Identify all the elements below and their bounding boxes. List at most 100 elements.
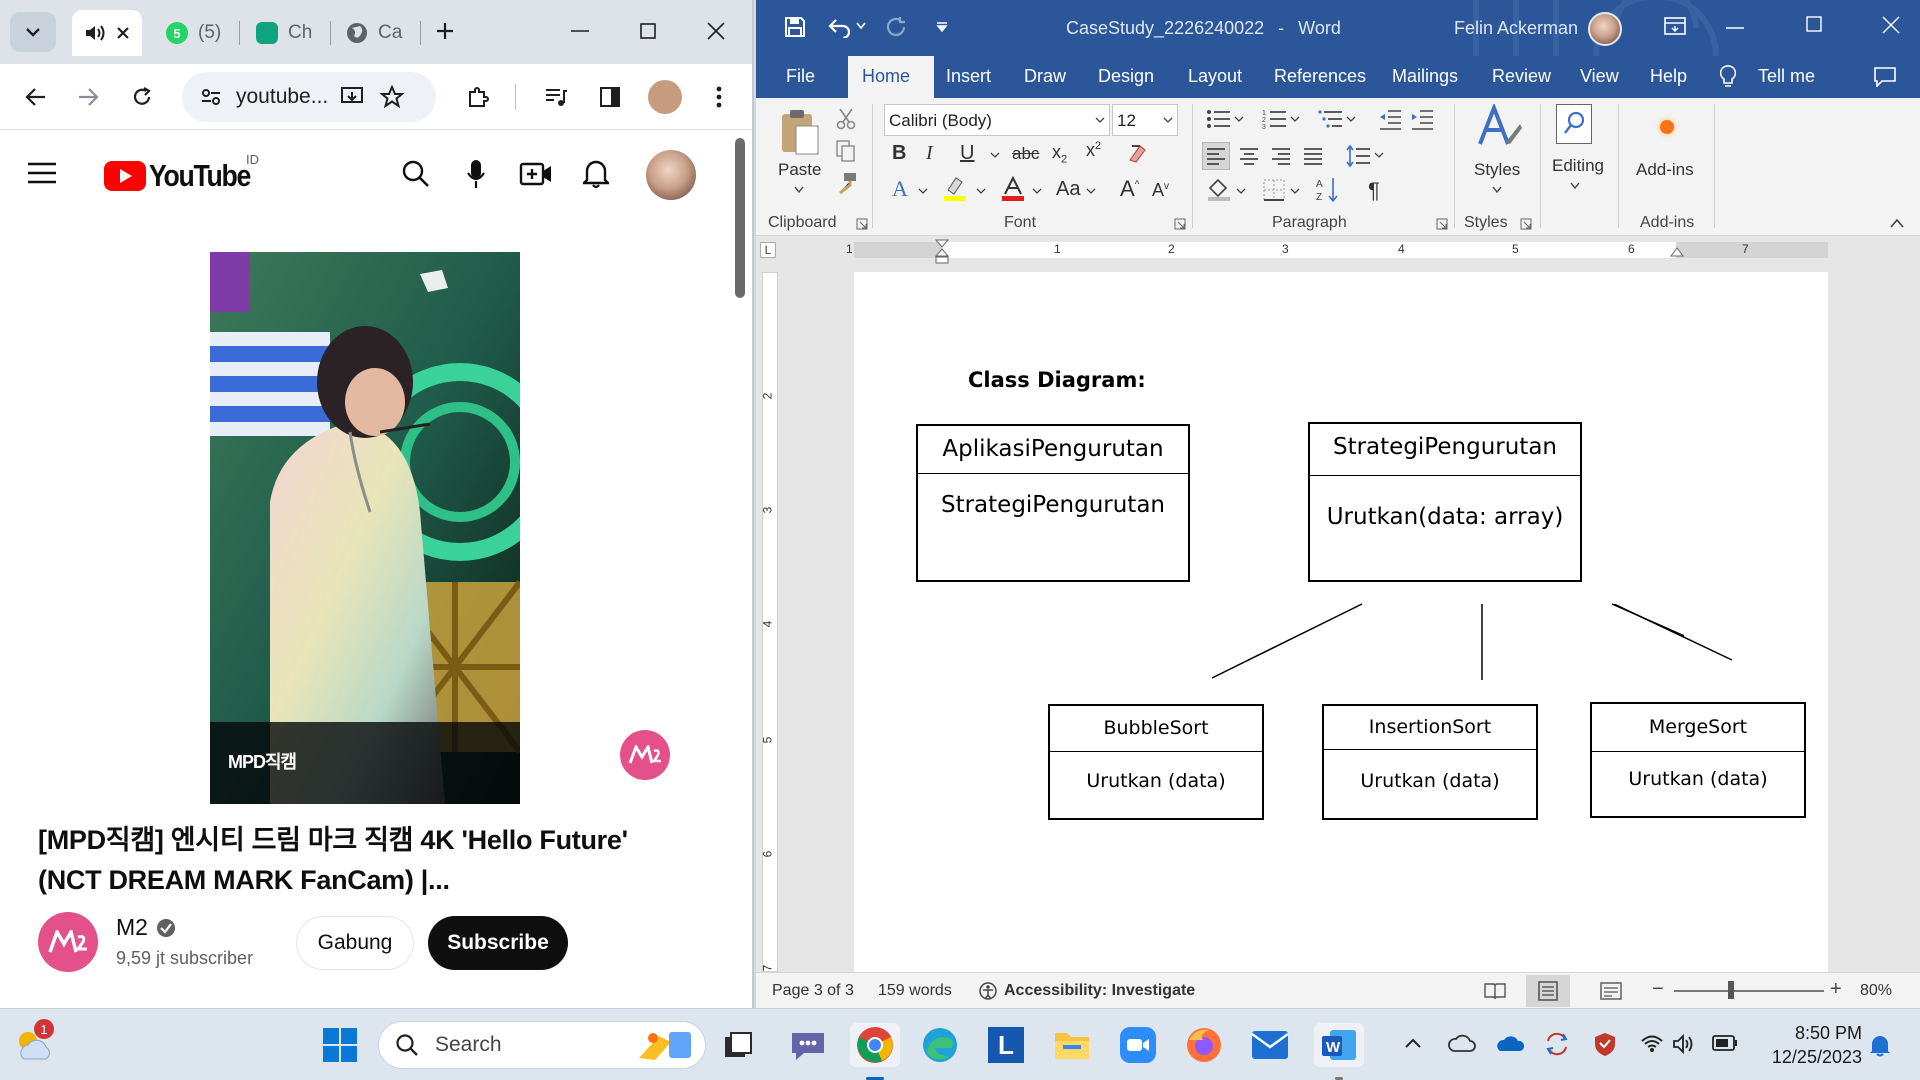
bookmark-star-icon[interactable]	[380, 85, 405, 109]
tab-globe[interactable]: Ca	[346, 10, 422, 56]
page-count[interactable]: Page 3 of 3	[772, 982, 854, 1000]
volume-icon[interactable]	[1672, 1033, 1696, 1055]
zoom-out-button[interactable]: −	[1652, 978, 1664, 1001]
font-name-box[interactable]: Calibri (Body)	[884, 104, 1110, 136]
tab-selector[interactable]: L	[760, 242, 776, 258]
paste-label[interactable]: Paste	[778, 160, 821, 180]
voice-search-button[interactable]	[458, 156, 494, 192]
chevron-down-icon[interactable]	[1236, 188, 1246, 194]
dialog-launcher-icon[interactable]	[1436, 218, 1448, 230]
zoom-in-button[interactable]: +	[1830, 978, 1842, 1001]
multilevel-list-icon[interactable]	[1318, 108, 1344, 130]
zoom-slider-thumb[interactable]	[1728, 981, 1734, 999]
scrollbar-thumb[interactable]	[735, 138, 745, 298]
user-avatar[interactable]	[1588, 12, 1622, 46]
media-control-button[interactable]	[540, 82, 572, 112]
back-button[interactable]	[20, 82, 52, 112]
chevron-down-icon[interactable]	[918, 188, 928, 194]
tab-help[interactable]: Help	[1650, 66, 1687, 87]
sync-icon[interactable]	[1544, 1031, 1570, 1057]
channel-name[interactable]: M2	[116, 914, 148, 941]
firefox-app[interactable]	[1182, 1023, 1226, 1067]
change-case-icon[interactable]: Aa	[1056, 178, 1080, 201]
chevron-down-icon[interactable]	[1374, 152, 1384, 158]
undo-icon[interactable]	[828, 16, 852, 38]
address-bar[interactable]: youtube...	[182, 72, 436, 122]
superscript-icon[interactable]: x2	[1086, 140, 1101, 161]
word-taskbar-app[interactable]: W	[1314, 1023, 1364, 1080]
tab-search-button[interactable]	[10, 12, 56, 52]
chevron-down-icon[interactable]	[1346, 116, 1356, 122]
paste-button[interactable]	[780, 108, 820, 156]
addins-label[interactable]: Add-ins	[1636, 160, 1694, 180]
maximize-button[interactable]	[628, 16, 668, 46]
task-view-button[interactable]	[716, 1023, 760, 1067]
tab-design[interactable]: Design	[1098, 66, 1154, 87]
tab-chatgpt[interactable]: Ch	[256, 10, 332, 56]
new-tab-button[interactable]	[430, 16, 460, 46]
shading-icon[interactable]	[1206, 176, 1234, 202]
vertical-ruler[interactable]: 2 3 4 5 6 7	[760, 272, 778, 972]
channel-avatar[interactable]	[38, 912, 98, 972]
wifi-icon[interactable]	[1640, 1033, 1664, 1053]
site-info-icon[interactable]	[200, 87, 222, 107]
close-window-button[interactable]	[696, 16, 736, 46]
read-mode-icon[interactable]	[1484, 981, 1506, 1001]
youtube-logo[interactable]: YouTube	[104, 158, 267, 194]
minimize-button[interactable]	[560, 16, 600, 46]
extensions-button[interactable]	[462, 82, 494, 112]
chat-app[interactable]	[786, 1023, 830, 1067]
show-formatting-icon[interactable]: ¶	[1368, 178, 1380, 204]
addins-icon[interactable]	[1660, 120, 1674, 134]
video-player[interactable]: MPD직캠	[210, 252, 520, 804]
right-indent-icon[interactable]	[1670, 246, 1684, 258]
text-effects-icon[interactable]: A	[892, 176, 908, 202]
bold-icon[interactable]: B	[892, 142, 906, 165]
subscribe-button[interactable]: Subscribe	[428, 916, 568, 970]
install-icon[interactable]	[340, 86, 364, 108]
maximize-icon[interactable]	[1806, 16, 1822, 32]
tab-whatsapp[interactable]: 5 (5)	[166, 10, 241, 56]
font-size-value[interactable]: 12	[1117, 111, 1136, 130]
tab-review[interactable]: Review	[1492, 66, 1551, 87]
file-explorer[interactable]	[1050, 1023, 1094, 1067]
lightbulb-icon[interactable]	[1720, 65, 1736, 89]
font-size-box[interactable]: 12	[1112, 104, 1178, 136]
collapse-ribbon-icon[interactable]	[1890, 218, 1904, 228]
chevron-down-icon[interactable]	[1290, 188, 1300, 194]
editing-label[interactable]: Editing	[1552, 156, 1604, 176]
close-icon[interactable]	[116, 26, 130, 40]
uml-class-mergesort[interactable]: MergeSort Urutkan (data)	[1590, 702, 1806, 818]
uml-class-bubblesort[interactable]: BubbleSort Urutkan (data)	[1048, 704, 1264, 820]
highlight-icon[interactable]	[942, 176, 968, 202]
tab-file[interactable]: File	[786, 66, 815, 87]
align-center-icon[interactable]	[1236, 143, 1262, 169]
notifications-button[interactable]	[578, 154, 614, 192]
dialog-launcher-icon[interactable]	[1174, 218, 1186, 230]
chevron-down-icon[interactable]	[1290, 116, 1300, 122]
channel-name-row[interactable]: M2	[116, 914, 176, 941]
uml-class-aplikasi[interactable]: AplikasiPengurutan StrategiPengurutan	[916, 424, 1190, 582]
onedrive-icon[interactable]	[1496, 1033, 1524, 1053]
chrome-taskbar-app[interactable]	[850, 1023, 900, 1080]
subscript-icon[interactable]: x2	[1052, 142, 1067, 166]
side-panel-button[interactable]	[594, 82, 626, 112]
zoom-slider[interactable]	[1674, 990, 1824, 992]
sort-icon[interactable]: AZ	[1316, 176, 1340, 204]
font-name-value[interactable]: Calibri (Body)	[889, 111, 992, 130]
weather-widget[interactable]: 1	[12, 1019, 56, 1067]
url-text[interactable]: youtube...	[236, 85, 328, 109]
minimize-icon[interactable]	[1726, 26, 1744, 30]
profile-avatar[interactable]	[648, 80, 682, 114]
tab-draw[interactable]: Draw	[1024, 66, 1066, 87]
tab-audio[interactable]	[72, 10, 142, 56]
reload-button[interactable]	[126, 82, 158, 112]
search-button[interactable]	[398, 156, 434, 192]
ribbon-display-icon[interactable]	[1664, 16, 1686, 36]
create-button[interactable]	[516, 156, 556, 192]
tab-home[interactable]: Home	[862, 66, 910, 87]
indent-marker-icon[interactable]	[934, 238, 950, 264]
vpn-cloud-icon[interactable]	[1448, 1033, 1476, 1055]
tab-references[interactable]: References	[1274, 66, 1366, 87]
chevron-up-icon[interactable]	[1404, 1037, 1422, 1049]
